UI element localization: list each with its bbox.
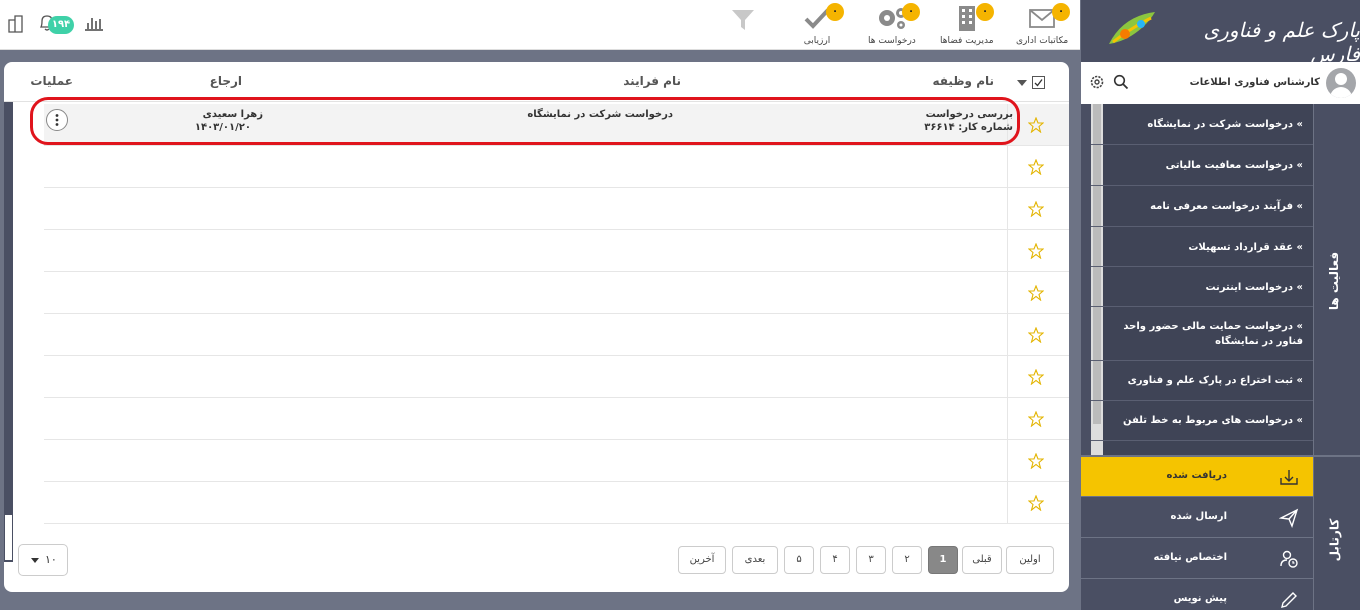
pagination-page-4[interactable]: ۴ bbox=[820, 546, 850, 574]
official-letters-button[interactable]: مکاتبات اداری ۰ bbox=[1016, 3, 1070, 46]
evaluation-badge: ۰ bbox=[826, 3, 844, 21]
table-row bbox=[44, 230, 1069, 272]
header-dropdown-icon[interactable] bbox=[1017, 80, 1027, 86]
star-icon[interactable] bbox=[1028, 453, 1044, 469]
table-row bbox=[44, 398, 1069, 440]
row-highlight-outline bbox=[30, 97, 1020, 145]
left-scrollbar[interactable] bbox=[4, 102, 13, 562]
pencil-icon bbox=[1281, 592, 1297, 608]
user-clock-icon bbox=[1280, 550, 1298, 568]
logo: پارک علم و فناوری فارس bbox=[1081, 0, 1360, 66]
building-outline-icon[interactable] bbox=[6, 14, 26, 38]
pagination-prev[interactable]: قبلی bbox=[962, 546, 1002, 574]
process-item[interactable]: » عقد قرارداد تسهیلات bbox=[1091, 227, 1313, 267]
star-cell bbox=[1007, 398, 1069, 439]
star-cell bbox=[1007, 440, 1069, 481]
header-checkbox[interactable] bbox=[1032, 76, 1045, 89]
star-icon[interactable] bbox=[1028, 243, 1044, 259]
box-unassigned[interactable]: اختصاص نیافته bbox=[1081, 539, 1313, 579]
filter-icon[interactable] bbox=[730, 8, 756, 32]
table-row bbox=[44, 314, 1069, 356]
caret-down-icon bbox=[31, 557, 39, 563]
avatar[interactable] bbox=[1326, 68, 1356, 98]
requests-badge: ۰ bbox=[902, 3, 920, 21]
activities-divider bbox=[1313, 104, 1314, 456]
pagination-page-5[interactable]: ۵ bbox=[784, 546, 814, 574]
process-item[interactable]: » ثبت اختراع در پارک علم و فناوری bbox=[1091, 361, 1313, 401]
process-list: » درخواست شرکت در نمایشگاه » درخواست معا… bbox=[1091, 104, 1313, 456]
star-cell bbox=[1007, 356, 1069, 397]
activities-section-label: فعالیت ها bbox=[1327, 251, 1342, 311]
page-size-select[interactable]: ۱۰ bbox=[18, 544, 68, 576]
paper-plane-icon bbox=[1279, 508, 1299, 528]
column-process-name[interactable]: نام فرایند bbox=[623, 74, 681, 88]
official-letters-label: مکاتبات اداری bbox=[1016, 36, 1069, 46]
star-cell bbox=[1007, 188, 1069, 229]
table-row bbox=[44, 188, 1069, 230]
process-item[interactable]: » درخواست حمایت مالی حضور واحد فناور در … bbox=[1091, 307, 1313, 361]
box-draft[interactable]: پیش نویس bbox=[1081, 580, 1313, 610]
pagination-first[interactable]: اولین bbox=[1006, 546, 1054, 574]
process-item[interactable]: » درخواست اینترنت bbox=[1091, 267, 1313, 307]
star-cell bbox=[1007, 482, 1069, 523]
logo-text: پارک علم و فناوری فارس bbox=[1203, 18, 1360, 66]
process-item[interactable]: » درخواست شرکت در نمایشگاه bbox=[1091, 104, 1313, 145]
evaluation-button[interactable]: ارزیابی ۰ bbox=[802, 3, 844, 46]
official-letters-badge: ۰ bbox=[1052, 3, 1070, 21]
star-cell bbox=[1007, 230, 1069, 271]
star-icon[interactable] bbox=[1028, 117, 1044, 133]
star-icon[interactable] bbox=[1028, 495, 1044, 511]
chart-icon[interactable] bbox=[84, 15, 104, 35]
spaces-management-button[interactable]: مدیریت فضاها ۰ bbox=[940, 3, 994, 46]
table-row bbox=[44, 146, 1069, 188]
process-item[interactable]: » فرآیند درخواست معرفی نامه bbox=[1091, 186, 1313, 227]
inbox-download-icon bbox=[1280, 470, 1298, 485]
star-cell bbox=[1007, 146, 1069, 187]
star-cell bbox=[1007, 314, 1069, 355]
pagination-page-1[interactable]: 1 bbox=[928, 546, 958, 574]
process-item[interactable]: » درخواست های مربوط به خط تلفن bbox=[1091, 401, 1313, 441]
search-icon[interactable] bbox=[1113, 74, 1129, 94]
table-header: نام وظیفه نام فرایند ارجاع عملیات bbox=[4, 62, 1069, 102]
table-row bbox=[44, 482, 1069, 524]
column-operations: عملیات bbox=[30, 74, 73, 88]
top-toolbar: ۱۹۴ ارزیابی ۰ درخواست ها ۰ مدیریت فضاها … bbox=[0, 0, 1080, 50]
spaces-management-badge: ۰ bbox=[976, 3, 994, 21]
user-name: کارشناس فناوری اطلاعات bbox=[1189, 77, 1320, 88]
star-icon[interactable] bbox=[1028, 369, 1044, 385]
pagination-last[interactable]: آخرین bbox=[678, 546, 726, 574]
star-icon[interactable] bbox=[1028, 327, 1044, 343]
pagination-page-3[interactable]: ۳ bbox=[856, 546, 886, 574]
cartable-divider bbox=[1313, 457, 1314, 610]
pagination-next[interactable]: بعدی bbox=[732, 546, 778, 574]
cartable-section-label: کارتابل bbox=[1327, 518, 1342, 562]
table-row bbox=[44, 356, 1069, 398]
pagination-page-2[interactable]: ۲ bbox=[892, 546, 922, 574]
star-icon[interactable] bbox=[1028, 159, 1044, 175]
table-row bbox=[44, 272, 1069, 314]
evaluation-label: ارزیابی bbox=[803, 36, 831, 46]
spaces-management-label: مدیریت فضاها bbox=[940, 36, 994, 46]
column-referral[interactable]: ارجاع bbox=[210, 74, 242, 88]
settings-icon[interactable] bbox=[1089, 74, 1105, 94]
requests-label: درخواست ها bbox=[868, 36, 916, 46]
notification-count-badge: ۱۹۴ bbox=[48, 16, 74, 34]
requests-button[interactable]: درخواست ها ۰ bbox=[868, 3, 920, 46]
process-item[interactable]: » درخواست معافیت مالیاتی bbox=[1091, 145, 1313, 186]
task-list-panel: نام وظیفه نام فرایند ارجاع عملیات بررسی … bbox=[4, 62, 1069, 592]
star-cell bbox=[1007, 272, 1069, 313]
table-row bbox=[44, 440, 1069, 482]
star-icon[interactable] bbox=[1028, 411, 1044, 427]
scrollbar-thumb[interactable] bbox=[5, 515, 12, 560]
box-sent[interactable]: ارسال شده bbox=[1081, 498, 1313, 538]
star-icon[interactable] bbox=[1028, 201, 1044, 217]
box-received[interactable]: دریافت شده bbox=[1081, 457, 1313, 497]
column-task-name[interactable]: نام وظیفه bbox=[932, 74, 994, 88]
star-icon[interactable] bbox=[1028, 285, 1044, 301]
page-size-value: ۱۰ bbox=[45, 553, 57, 566]
park-logo-icon bbox=[1109, 12, 1155, 44]
user-bar: کارشناس فناوری اطلاعات bbox=[1081, 62, 1360, 104]
sidebar: پارک علم و فناوری فارس کارشناس فناوری اط… bbox=[1081, 0, 1360, 610]
